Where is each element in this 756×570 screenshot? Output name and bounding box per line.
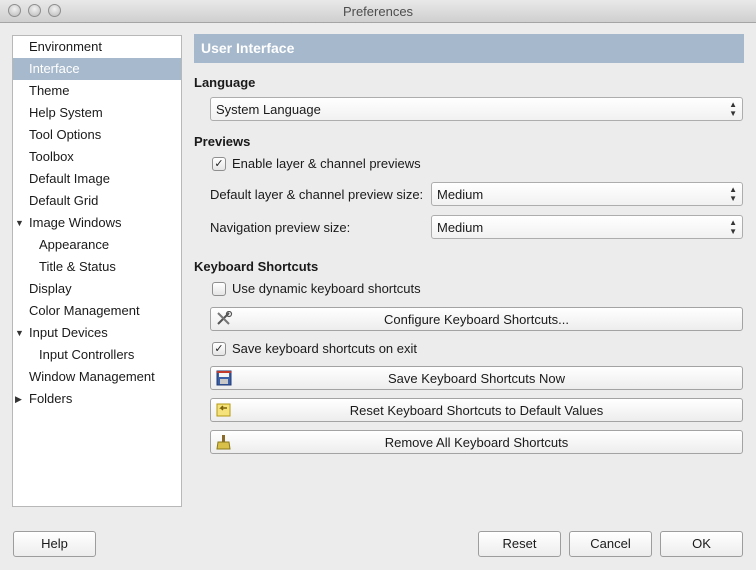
collapsed-triangle-icon[interactable]: ▶ bbox=[15, 388, 22, 410]
sidebar-item-title-status[interactable]: Title & Status bbox=[13, 256, 181, 278]
sidebar-item-label: Folders bbox=[29, 391, 73, 406]
sidebar-item-window-management[interactable]: Window Management bbox=[13, 366, 181, 388]
updown-arrows-icon: ▲ ▼ bbox=[729, 100, 737, 118]
dynamic-shortcuts-label: Use dynamic keyboard shortcuts bbox=[232, 281, 421, 296]
reset-shortcuts-button[interactable]: Reset Keyboard Shortcuts to Default Valu… bbox=[210, 398, 743, 422]
sidebar-item-tool-options[interactable]: Tool Options bbox=[13, 124, 181, 146]
updown-arrows-icon: ▲ ▼ bbox=[729, 218, 737, 236]
default-preview-size-value: Medium bbox=[437, 187, 484, 202]
page-title: User Interface bbox=[201, 40, 295, 56]
window-title: Preferences bbox=[342, 4, 414, 19]
sidebar-item-label: Environment bbox=[29, 39, 102, 54]
ok-button[interactable]: OK bbox=[660, 531, 743, 557]
sidebar-item-label: Toolbox bbox=[29, 149, 74, 164]
sidebar-item-label: Input Devices bbox=[29, 325, 108, 340]
sidebar-item-environment[interactable]: Environment bbox=[13, 36, 181, 58]
sidebar-item-label: Default Image bbox=[29, 171, 110, 186]
sidebar-item-input-controllers[interactable]: Input Controllers bbox=[13, 344, 181, 366]
configure-shortcuts-button[interactable]: Configure Keyboard Shortcuts... bbox=[210, 307, 743, 331]
sidebar-item-label: Display bbox=[29, 281, 72, 296]
save-on-exit-label: Save keyboard shortcuts on exit bbox=[232, 341, 417, 356]
navigation-preview-size-select[interactable]: Medium ▲ ▼ bbox=[431, 215, 743, 239]
navigation-preview-size-value: Medium bbox=[437, 220, 484, 235]
sidebar-item-folders[interactable]: ▶ Folders bbox=[13, 388, 181, 410]
dynamic-shortcuts-checkbox[interactable] bbox=[212, 282, 226, 296]
updown-arrows-icon: ▲ ▼ bbox=[729, 185, 737, 203]
sidebar-item-toolbox[interactable]: Toolbox bbox=[13, 146, 181, 168]
reset-button[interactable]: Reset bbox=[478, 531, 561, 557]
sidebar-item-label: Color Management bbox=[29, 303, 140, 318]
language-select[interactable]: System Language ▲ ▼ bbox=[210, 97, 743, 121]
dynamic-shortcuts-row[interactable]: Use dynamic keyboard shortcuts bbox=[212, 280, 512, 298]
navigation-preview-size-label: Navigation preview size: bbox=[210, 220, 351, 235]
save-shortcuts-now-button[interactable]: Save Keyboard Shortcuts Now bbox=[210, 366, 743, 390]
sidebar-item-display[interactable]: Display bbox=[13, 278, 181, 300]
sidebar-item-color-management[interactable]: Color Management bbox=[13, 300, 181, 322]
reset-shortcuts-label: Reset Keyboard Shortcuts to Default Valu… bbox=[349, 403, 604, 418]
sidebar-item-default-image[interactable]: Default Image bbox=[13, 168, 181, 190]
sidebar-item-label: Interface bbox=[29, 61, 80, 76]
panel-header: User Interface bbox=[194, 34, 744, 63]
enable-previews-row[interactable]: ✓ Enable layer & channel previews bbox=[212, 155, 512, 173]
save-on-exit-checkbox[interactable]: ✓ bbox=[212, 342, 226, 356]
dialog-content: Environment Interface Theme Help System … bbox=[0, 23, 756, 570]
default-preview-size-select[interactable]: Medium ▲ ▼ bbox=[431, 182, 743, 206]
sidebar-item-label: Image Windows bbox=[29, 215, 122, 230]
sidebar-item-theme[interactable]: Theme bbox=[13, 80, 181, 102]
help-button[interactable]: Help bbox=[13, 531, 96, 557]
sidebar-item-label: Theme bbox=[29, 83, 70, 98]
title-bar: Preferences bbox=[0, 0, 756, 23]
sidebar-item-label: Appearance bbox=[39, 237, 110, 252]
previews-heading: Previews bbox=[194, 134, 251, 149]
sidebar-item-label: Help System bbox=[29, 105, 103, 120]
sidebar-item-label: Title & Status bbox=[39, 259, 116, 274]
save-on-exit-row[interactable]: ✓ Save keyboard shortcuts on exit bbox=[212, 340, 512, 358]
expanded-triangle-icon[interactable]: ▼ bbox=[15, 212, 24, 234]
expanded-triangle-icon[interactable]: ▼ bbox=[15, 322, 24, 344]
configure-shortcuts-label: Configure Keyboard Shortcuts... bbox=[384, 312, 569, 327]
sidebar-item-label: Input Controllers bbox=[39, 347, 135, 362]
enable-previews-checkbox[interactable]: ✓ bbox=[212, 157, 226, 171]
language-select-value: System Language bbox=[216, 102, 321, 117]
save-shortcuts-now-label: Save Keyboard Shortcuts Now bbox=[387, 371, 566, 386]
sidebar-item-default-grid[interactable]: Default Grid bbox=[13, 190, 181, 212]
sidebar-item-interface[interactable]: Interface bbox=[13, 58, 181, 80]
cancel-button[interactable]: Cancel bbox=[569, 531, 652, 557]
sidebar-item-appearance[interactable]: Appearance bbox=[13, 234, 181, 256]
remove-shortcuts-label: Remove All Keyboard Shortcuts bbox=[384, 435, 569, 450]
sidebar-item-label: Default Grid bbox=[29, 193, 99, 208]
remove-shortcuts-button[interactable]: Remove All Keyboard Shortcuts bbox=[210, 430, 743, 454]
default-preview-size-label: Default layer & channel preview size: bbox=[210, 187, 424, 202]
sidebar-item-image-windows[interactable]: ▼ Image Windows bbox=[13, 212, 181, 234]
sidebar-item-input-devices[interactable]: ▼ Input Devices bbox=[13, 322, 181, 344]
language-heading: Language bbox=[194, 75, 256, 90]
enable-previews-label: Enable layer & channel previews bbox=[232, 156, 421, 171]
keyboard-shortcuts-heading: Keyboard Shortcuts bbox=[194, 259, 319, 274]
sidebar-item-label: Tool Options bbox=[29, 127, 102, 142]
sidebar-item-label: Window Management bbox=[29, 369, 155, 384]
preferences-sidebar: Environment Interface Theme Help System … bbox=[12, 35, 182, 507]
sidebar-item-help-system[interactable]: Help System bbox=[13, 102, 181, 124]
